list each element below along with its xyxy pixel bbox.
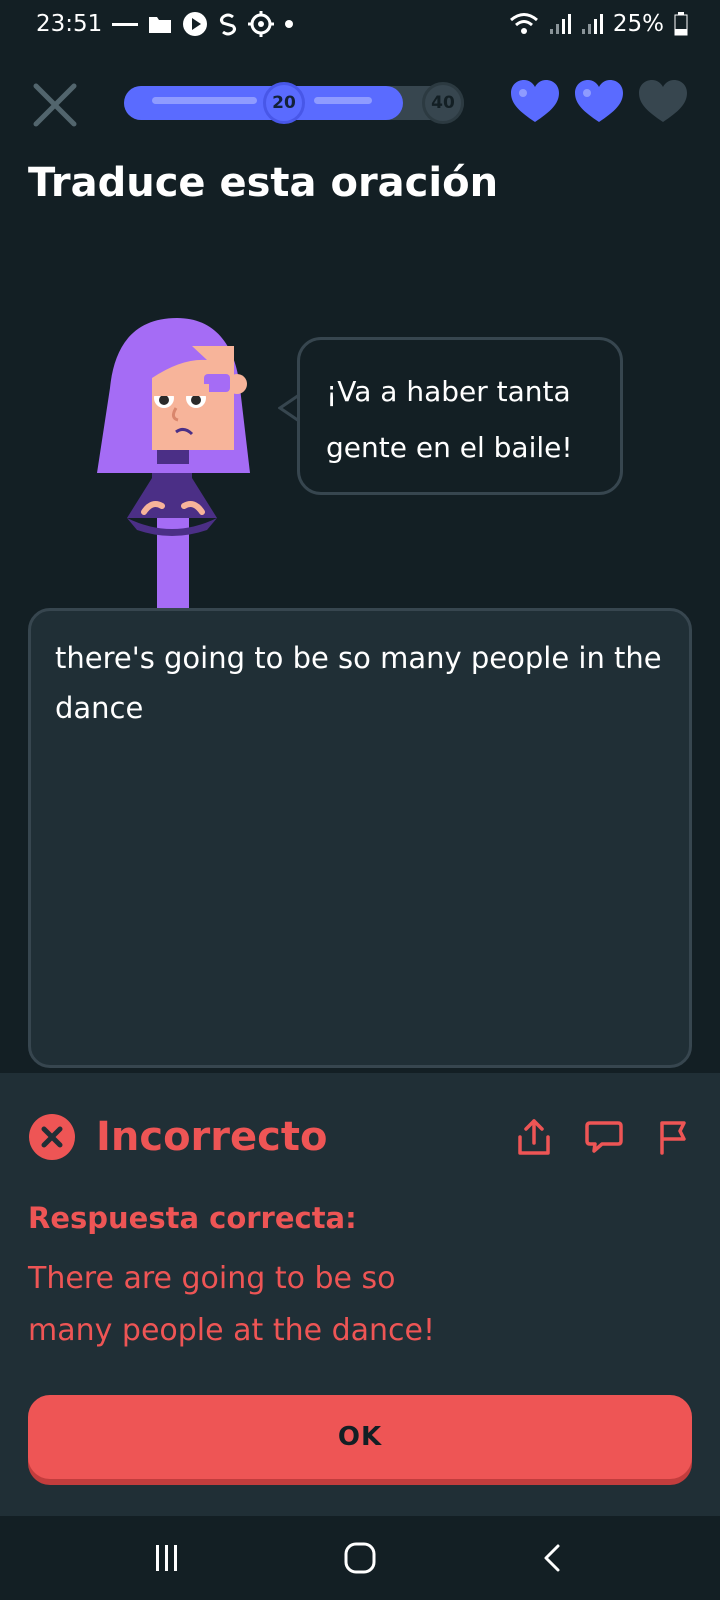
battery-icon (674, 12, 688, 36)
hearts (510, 80, 688, 124)
close-lesson-button[interactable] (30, 80, 80, 130)
progress-highlight (152, 97, 257, 104)
share-icon[interactable] (514, 1117, 554, 1157)
recent-apps-button[interactable] (137, 1528, 197, 1588)
signal-icon-1 (549, 13, 571, 35)
folder-icon (148, 14, 172, 34)
status-right: 25% (509, 11, 688, 37)
status-left: 23:51 (36, 11, 294, 37)
challenge-title: Traduce esta oración (28, 160, 499, 206)
back-chevron-icon (544, 1544, 560, 1572)
status-time: 23:51 (36, 11, 103, 37)
comment-icon[interactable] (584, 1117, 624, 1157)
answer-text: there's going to be so many people in th… (55, 641, 662, 725)
more-notifications-dot-icon (284, 19, 294, 29)
play-icon (182, 11, 208, 37)
feedback-header: Incorrecto (28, 1113, 327, 1161)
prompt-sentence-line-1: ¡Va a haber tanta (326, 375, 571, 408)
sync-icon (218, 12, 238, 36)
correct-answer-text: There are going to be so many people at … (28, 1261, 436, 1348)
signal-icon-2 (581, 13, 603, 35)
prompt-sentence-line-2: gente en el baile! (326, 431, 573, 464)
wifi-icon (509, 12, 539, 36)
lesson-progress-bar: 20 40 (124, 82, 464, 124)
ok-button[interactable]: OK (28, 1395, 692, 1479)
status-bar: 23:51 25% (0, 0, 720, 48)
heart-icon-full (511, 80, 559, 122)
system-navigation-bar (0, 1516, 720, 1600)
close-icon (33, 83, 77, 127)
incorrect-x-icon (29, 1114, 75, 1160)
heart-icon-empty (639, 80, 687, 122)
feedback-panel: Incorrecto Respuesta correcta: There are… (0, 1073, 720, 1516)
lily-character-illustration (92, 318, 262, 608)
recent-apps-icon (155, 1545, 177, 1571)
milestone-badge-next: 40 (422, 82, 464, 124)
home-icon (344, 1542, 376, 1574)
answer-textarea[interactable]: there's going to be so many people in th… (28, 608, 692, 1068)
heart-icon-full (575, 80, 623, 122)
home-button[interactable] (330, 1528, 390, 1588)
notification-app-icon (112, 19, 139, 29)
speech-bubble[interactable]: ¡Va a haber tanta gente en el baile! (297, 337, 623, 495)
feedback-actions (514, 1117, 694, 1157)
milestone-badge-reached: 20 (263, 82, 305, 124)
back-button[interactable] (523, 1528, 583, 1588)
lesson-header: 20 40 (0, 70, 720, 134)
progress-highlight (314, 97, 372, 104)
battery-percent: 25% (612, 11, 664, 37)
correct-answer-label: Respuesta correcta: (28, 1201, 357, 1235)
settings-gear-icon (248, 11, 275, 37)
report-flag-icon[interactable] (654, 1117, 694, 1157)
feedback-title: Incorrecto (96, 1114, 328, 1160)
